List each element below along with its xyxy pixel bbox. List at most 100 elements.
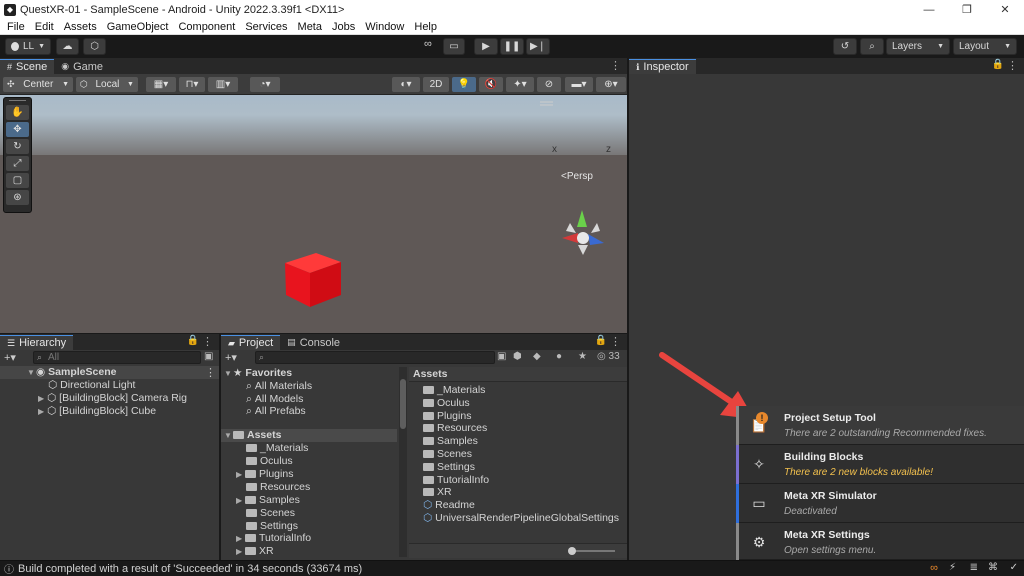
space-dropdown[interactable]: ⬡ Local ▼ bbox=[76, 76, 138, 92]
tree-folder[interactable]: Oculus bbox=[246, 455, 293, 468]
favorites-filter-icon[interactable]: ★ bbox=[578, 351, 587, 362]
menu-edit[interactable]: Edit bbox=[30, 21, 59, 33]
hierarchy-item[interactable]: ▶ ⬡ [BuildingBlock] Camera Rig bbox=[38, 392, 187, 405]
hidden-packages-button[interactable]: ◎ 33 bbox=[597, 351, 620, 362]
warning-filter-icon[interactable]: ● bbox=[556, 351, 562, 362]
status-message[interactable]: Build completed with a result of 'Succee… bbox=[18, 563, 362, 575]
history-button[interactable]: ↺ bbox=[833, 38, 857, 55]
grid-item[interactable]: Settings bbox=[423, 461, 475, 474]
tree-folder[interactable]: ▶ XR bbox=[236, 545, 274, 558]
scene-viewport[interactable]: x z <Persp bbox=[0, 95, 627, 333]
toggle-2d-button[interactable]: 2D bbox=[423, 76, 449, 92]
assets-tree-row[interactable]: ▼ Assets bbox=[224, 429, 281, 442]
tree-folder[interactable]: Resources bbox=[246, 481, 310, 494]
bolt-icon[interactable]: ⚡ bbox=[949, 562, 956, 573]
grid-item[interactable]: Samples bbox=[423, 435, 478, 448]
meta-status-icon[interactable]: ∞ bbox=[930, 562, 938, 574]
grid-item[interactable]: ⬡ Readme bbox=[423, 499, 475, 512]
meta-xr-simulator-card[interactable]: ▭ Meta XR Simulator Deactivated bbox=[736, 484, 1024, 523]
scene-handle-icon[interactable] bbox=[540, 101, 553, 106]
move-tool-button[interactable]: ✥ bbox=[6, 122, 29, 137]
favorites-row[interactable]: ▼★ Favorites bbox=[224, 367, 292, 380]
kebab-menu-icon[interactable]: ⋮ bbox=[610, 59, 621, 72]
add-object-button[interactable]: +▾ bbox=[4, 351, 16, 364]
audio-toggle[interactable]: 🔇 bbox=[479, 76, 503, 92]
lighting-toggle[interactable]: 💡 bbox=[452, 76, 476, 92]
create-asset-button[interactable]: +▾ bbox=[225, 351, 237, 364]
tab-game[interactable]: ◉ Game bbox=[54, 59, 110, 74]
device-simulator-button[interactable]: ▭ bbox=[443, 38, 465, 55]
lock-icon[interactable]: 🔒 bbox=[595, 335, 607, 346]
tab-hierarchy[interactable]: ☰ Hierarchy bbox=[0, 335, 74, 350]
grid-item[interactable]: Oculus bbox=[423, 397, 470, 410]
database-icon[interactable]: ≣ bbox=[970, 562, 978, 573]
grid-item[interactable]: ⬡ UniversalRenderPipelineGlobalSettings bbox=[423, 512, 619, 525]
menu-gameobject[interactable]: GameObject bbox=[102, 21, 174, 33]
hierarchy-item[interactable]: ▶ ⬡ [BuildingBlock] Cube bbox=[38, 405, 156, 418]
red-cube[interactable] bbox=[285, 253, 341, 307]
minimize-button[interactable]: — bbox=[910, 0, 948, 19]
visibility-toggle[interactable]: ⊘ bbox=[537, 76, 561, 92]
gizmo-tools-button[interactable]: ◔▾ bbox=[250, 76, 280, 92]
draw-mode-button[interactable]: ◐▾ bbox=[392, 76, 420, 92]
infinity-icon[interactable]: ∞ bbox=[424, 38, 438, 55]
menu-services[interactable]: Services bbox=[240, 21, 292, 33]
close-button[interactable]: ✕ bbox=[986, 0, 1024, 19]
favorite-item[interactable]: ⌕ All Prefabs bbox=[246, 405, 306, 418]
tree-scrollbar[interactable] bbox=[399, 367, 407, 557]
meta-xr-settings-card[interactable]: ⚙ Meta XR Settings Open settings menu. bbox=[736, 523, 1024, 560]
camera-dropdown[interactable]: ▬▾ bbox=[565, 76, 593, 92]
grid-item[interactable]: Resources bbox=[423, 422, 487, 435]
tree-folder[interactable]: Scenes bbox=[246, 507, 295, 520]
transform-tool-button[interactable]: ⊛ bbox=[6, 190, 29, 205]
account-button[interactable]: LL ▼ bbox=[5, 38, 51, 55]
snap-button[interactable]: ⊓▾ bbox=[179, 76, 205, 92]
pivot-dropdown[interactable]: ✣ Center ▼ bbox=[3, 76, 73, 92]
zoom-slider-handle[interactable] bbox=[568, 547, 576, 555]
palette-grip-icon[interactable] bbox=[9, 100, 26, 103]
tab-console[interactable]: ▤ Console bbox=[280, 335, 347, 350]
hand-tool-button[interactable]: ✋ bbox=[6, 105, 29, 120]
menu-jobs[interactable]: Jobs bbox=[327, 21, 360, 33]
persp-label[interactable]: <Persp bbox=[561, 171, 593, 182]
hierarchy-search-input[interactable]: ⌕ All bbox=[33, 351, 201, 364]
orientation-gizmo[interactable] bbox=[562, 210, 604, 255]
lock-icon[interactable]: 🔒 bbox=[187, 335, 199, 346]
grid-snap-button[interactable]: ▦▾ bbox=[146, 76, 176, 92]
increment-snap-button[interactable]: ▥▾ bbox=[208, 76, 238, 92]
search-filter-icon[interactable]: ▣ bbox=[497, 351, 506, 362]
menu-file[interactable]: File bbox=[2, 21, 30, 33]
rotate-tool-button[interactable]: ↻ bbox=[6, 139, 29, 154]
scale-tool-button[interactable]: ⤢ bbox=[6, 156, 29, 171]
tree-folder[interactable]: ▶ Plugins bbox=[236, 468, 293, 481]
menu-assets[interactable]: Assets bbox=[59, 21, 102, 33]
cloud-button[interactable]: ☁ bbox=[56, 38, 79, 55]
tab-inspector[interactable]: ℹ Inspector bbox=[629, 59, 696, 74]
play-button[interactable]: ▶ bbox=[474, 38, 498, 55]
tree-folder[interactable]: _Materials bbox=[246, 442, 308, 455]
project-search-input[interactable]: ⌕ bbox=[255, 351, 495, 364]
tree-folder[interactable]: ▶ TutorialInfo bbox=[236, 532, 311, 545]
effects-dropdown[interactable]: ✦▾ bbox=[506, 76, 534, 92]
layout-dropdown[interactable]: Layout ▼ bbox=[953, 38, 1017, 55]
favorite-item[interactable]: ⌕ All Materials bbox=[246, 380, 312, 393]
menu-help[interactable]: Help bbox=[409, 21, 442, 33]
tree-folder[interactable]: ▶ Samples bbox=[236, 494, 300, 507]
kebab-menu-icon[interactable]: ⋮ bbox=[1007, 59, 1018, 72]
layers-dropdown[interactable]: Layers ▼ bbox=[886, 38, 950, 55]
tab-scene[interactable]: # Scene bbox=[0, 59, 55, 74]
label-filter-icon[interactable]: ◆ bbox=[533, 351, 541, 362]
network-icon[interactable]: ⌘ bbox=[988, 562, 998, 573]
tree-scrollbar-thumb[interactable] bbox=[400, 379, 406, 429]
check-circle-icon[interactable]: ✓ bbox=[1010, 562, 1018, 573]
rect-tool-button[interactable]: ▢ bbox=[6, 173, 29, 188]
scene-filter-icon[interactable]: ▣ bbox=[204, 351, 213, 362]
search-button[interactable]: ⌕ bbox=[860, 38, 884, 55]
grid-item[interactable]: Scenes bbox=[423, 448, 472, 461]
building-blocks-card[interactable]: ✧ Building Blocks There are 2 new blocks… bbox=[736, 445, 1024, 484]
step-button[interactable]: ▶❘ bbox=[526, 38, 550, 55]
grid-item[interactable]: XR bbox=[423, 486, 452, 499]
restore-button[interactable]: ❐ bbox=[948, 0, 986, 19]
menu-component[interactable]: Component bbox=[173, 21, 240, 33]
kebab-menu-icon[interactable]: ⋮ bbox=[202, 335, 213, 348]
